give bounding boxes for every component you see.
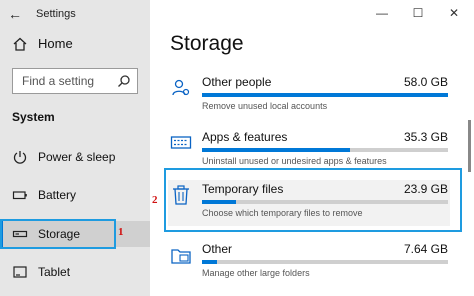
usage-bar (202, 260, 448, 264)
row-name: Apps & features (202, 130, 288, 144)
callout-2: 2 (152, 194, 158, 206)
content-pane: — ☐ ✕ Storage Other people 58.0 GB Remov… (150, 0, 474, 296)
storage-row-other-people[interactable]: Other people 58.0 GB Remove unused local… (170, 73, 448, 119)
search-placeholder: Find a setting (22, 74, 95, 88)
row-name: Other people (202, 75, 272, 89)
row-description: Manage other large folders (202, 268, 310, 278)
nav-home-label: Home (38, 36, 73, 51)
power-icon (13, 151, 27, 164)
nav-item-label: Tablet (38, 265, 71, 279)
people-icon (172, 79, 190, 96)
search-icon[interactable] (116, 73, 132, 89)
usage-bar-fill (202, 260, 217, 264)
minimize-button[interactable]: — (372, 6, 392, 20)
usage-bar (202, 93, 448, 97)
storage-row-other[interactable]: Other 7.64 GB Manage other large folders (170, 240, 448, 286)
search-input[interactable]: Find a setting (12, 68, 138, 94)
home-icon (13, 37, 27, 51)
row-description: Uninstall unused or undesired apps & fea… (202, 156, 387, 166)
row-description: Remove unused local accounts (202, 101, 328, 111)
nav-item-label: Power & sleep (38, 150, 116, 164)
nav-item-battery[interactable]: Battery (0, 182, 150, 208)
row-name: Other (202, 242, 233, 256)
nav-item-label: Battery (38, 188, 77, 202)
app-title: Settings (36, 8, 76, 20)
keyboard-icon (170, 136, 192, 149)
close-button[interactable]: ✕ (444, 6, 464, 20)
storage-highlight-box (0, 219, 116, 249)
row-size: 58.0 GB (403, 75, 448, 89)
section-title: System (12, 110, 55, 124)
nav-item-tablet[interactable]: Tablet (0, 259, 150, 285)
nav-pane: ← Settings Home Find a setting System Po… (0, 0, 150, 296)
row-size: 7.64 GB (403, 242, 448, 256)
page-title: Storage (170, 32, 244, 55)
battery-icon (12, 191, 27, 200)
back-arrow-icon[interactable]: ← (8, 6, 24, 22)
callout-1: 1 (118, 226, 124, 238)
tablet-icon (13, 266, 27, 278)
usage-bar-fill (202, 93, 448, 97)
maximize-button[interactable]: ☐ (408, 6, 428, 20)
usage-bar (202, 148, 448, 152)
nav-item-home[interactable]: Home (0, 32, 150, 56)
scrollbar[interactable] (468, 120, 471, 172)
nav-item-power-sleep[interactable]: Power & sleep (0, 144, 150, 170)
temp-files-highlight-box (164, 168, 462, 232)
folder-icon (171, 249, 191, 264)
usage-bar-fill (202, 148, 350, 152)
row-size: 35.3 GB (403, 130, 448, 144)
title-bar: ← Settings (0, 0, 150, 28)
